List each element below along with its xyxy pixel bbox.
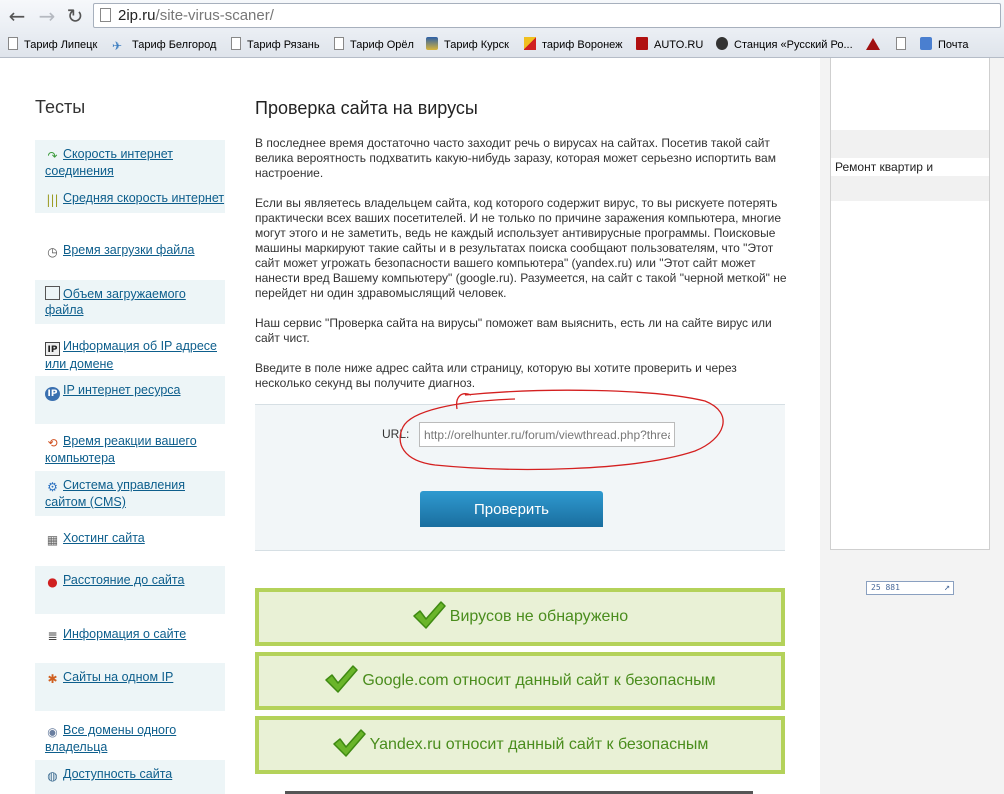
sidebar-link[interactable]: Доступность сайта [63,767,172,781]
sidebar-item-all-domains[interactable]: ◉ Все домены одного владельца [35,716,225,761]
result-google-safe: Google.com относит данный сайт к безопас… [255,652,785,710]
reload-icon[interactable]: ↻ [64,5,86,27]
bookmark-lipetsk[interactable]: Тариф Липецк [8,36,97,54]
flag-icon [524,37,536,50]
sidebar-link[interactable]: Объем загружаемого файла [45,287,186,317]
sidebar-title: Тесты [35,97,86,117]
triangle-icon [866,38,880,50]
arrow-up-right-icon: ↗ [943,582,950,593]
average-speed-icon: ||| [46,193,59,207]
page-icon [100,8,111,22]
bird-icon: ✈ [112,39,123,53]
intro-paragraph: В последнее время достаточно часто заход… [255,136,776,180]
reaction-icon: ⟲ [47,436,58,450]
sidebar-item-hosting[interactable]: ▦ Хостинг сайта [35,524,225,553]
ad-strip [831,176,989,201]
result-yandex-safe: Yandex.ru относит данный сайт к безопасн… [255,716,785,774]
ad-block: Ремонт квартир и [830,58,990,550]
sidebar-link[interactable]: Система управления сайтом (CMS) [45,478,185,509]
bookmark-belgorod[interactable]: ✈ Тариф Белгород [112,36,216,54]
address-bar[interactable]: 2ip.ru/site-virus-scaner/ [93,3,1001,28]
play-icon [716,37,728,50]
visit-counter[interactable]: 25 881 ↗ [866,581,954,595]
speed-icon: ↷ [47,149,58,163]
ip-icon: IP [45,342,60,356]
sidebar-link[interactable]: Время реакции вашего компьютера [45,434,197,465]
sidebar-link[interactable]: Сайты на одном IP [63,670,173,684]
page-title: Проверка сайта на вирусы [255,98,478,118]
bookmark-kursk[interactable]: Тариф Курск [426,36,509,54]
coat-of-arms-icon [426,37,438,50]
check-button[interactable]: Проверить [420,491,603,527]
ad-strip [831,130,989,158]
checkmark-icon [325,665,359,693]
sidebar-item-file-volume[interactable]: Объем загружаемого файла [35,280,225,324]
sidebar-item-ip-resource[interactable]: IP IP интернет ресурса [35,376,225,424]
page-icon [231,37,241,50]
sidebar-item-download-time[interactable]: ◷ Время загрузки файла [35,236,225,265]
page-icon [8,37,18,50]
auto-icon [636,37,648,50]
bookmarks-bar: Тариф Липецк ✈ Тариф Белгород Тариф Рязан… [0,33,1004,58]
bookmark-voronezh[interactable]: тариф Воронеж [524,36,623,54]
service-paragraph: Наш сервис "Проверка сайта на вирусы" по… [255,316,772,345]
sidebar-link[interactable]: Все домены одного владельца [45,723,176,754]
cms-icon: ⚙ [47,480,58,494]
mail-icon [920,37,932,50]
sidebar-item-average-speed[interactable]: ||| Средняя скорость интернет [35,184,225,213]
back-arrow-icon[interactable]: ← [6,5,28,27]
info-icon: ≣ [47,629,58,643]
page-icon [334,37,344,50]
sidebar-link[interactable]: Средняя скорость интернет [63,191,224,205]
checkmark-icon [413,601,446,629]
sidebar-item-ip-info[interactable]: IP Информация об IP адресе или домене [35,332,225,378]
sidebar-item-speed[interactable]: ↷ Скорость интернет соединения [35,140,225,185]
pin-icon: ● [47,575,58,589]
browser-toolbar: ← → ↻ 2ip.ru/site-virus-scaner/ [0,0,1004,33]
sidebar-item-distance[interactable]: ● Расстояние до сайта [35,566,225,614]
sidebar-item-reaction[interactable]: ⟲ Время реакции вашего компьютера [35,427,225,472]
clock-icon: ◷ [47,245,58,259]
annotation-circle [399,389,724,471]
sidebar-item-availability[interactable]: ◍ Доступность сайта [35,760,225,794]
check-form: URL: Проверить [255,389,785,551]
sites-icon: ✱ [47,672,58,686]
domains-icon: ◉ [47,725,58,739]
sidebar-item-cms[interactable]: ⚙ Система управления сайтом (CMS) [35,471,225,516]
hosting-icon: ▦ [46,533,59,547]
bookmark-auto-ru[interactable]: AUTO.RU [636,36,703,54]
ip-resource-icon: IP [45,387,60,401]
bookmark-orel[interactable]: Тариф Орёл [334,36,414,54]
bookmark-blank[interactable] [896,36,912,54]
volume-icon [45,286,60,300]
sidebar-item-site-info[interactable]: ≣ Информация о сайте [35,620,225,649]
sidebar-item-same-ip[interactable]: ✱ Сайты на одном IP [35,663,225,711]
page-icon [896,37,906,50]
ad-link[interactable]: Ремонт квартир и [831,158,989,176]
result-no-viruses: Вирусов не обнаружено [255,588,785,646]
sidebar-link[interactable]: Информация о сайте [63,627,186,641]
address-text[interactable]: 2ip.ru/site-virus-scaner/ [118,7,274,25]
sidebar-link[interactable]: Время загрузки файла [63,243,195,257]
bookmark-ryazan[interactable]: Тариф Рязань [231,36,320,54]
bookmark-triangle[interactable] [866,36,886,54]
page-content: Ремонт квартир и 25 881 ↗ Тесты ↷ Скорост… [0,58,1004,794]
sidebar-link[interactable]: IP интернет ресурса [63,383,181,397]
sidebar-link[interactable]: Хостинг сайта [63,531,145,545]
availability-icon: ◍ [47,769,58,783]
forward-arrow-icon[interactable]: → [36,5,58,27]
bookmark-station[interactable]: Станция «Русский Ро... [716,36,853,54]
checkmark-icon [332,729,366,757]
owner-paragraph: Если вы являетесь владельцем сайта, код … [255,196,787,300]
sidebar-link[interactable]: Информация об IP адресе или домене [45,339,217,371]
sidebar-link[interactable]: Расстояние до сайта [63,573,184,587]
bookmark-pochta[interactable]: Почта [920,36,969,54]
sidebar-link[interactable]: Скорость интернет соединения [45,147,173,178]
